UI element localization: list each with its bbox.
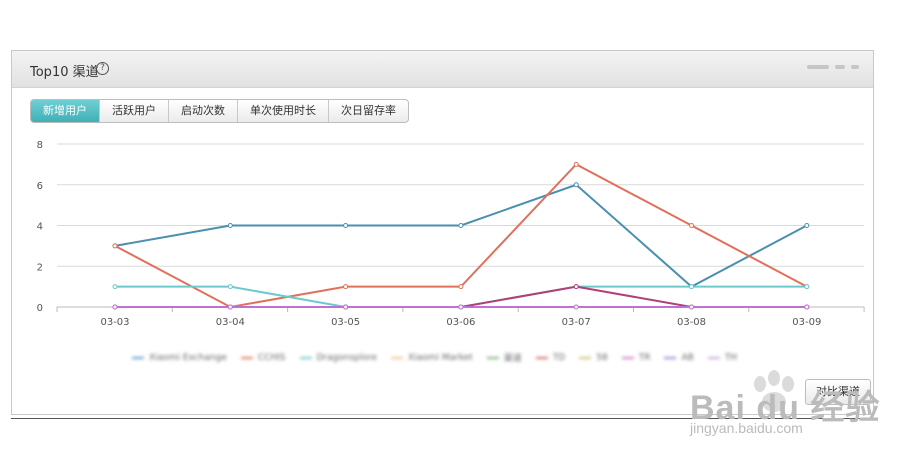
series-line <box>115 285 807 308</box>
legend-swatch <box>391 356 404 359</box>
legend-swatch <box>535 356 548 359</box>
x-tick-label: 03-08 <box>677 317 706 328</box>
x-tick-label: 03-03 <box>100 317 129 328</box>
y-tick-label: 8 <box>37 140 43 151</box>
data-point <box>804 223 810 228</box>
data-point <box>804 284 810 290</box>
legend-item[interactable]: TR <box>621 351 651 364</box>
data-point <box>573 182 579 188</box>
series-line <box>115 285 807 308</box>
legend-label: 渠道 <box>503 354 522 364</box>
legend-item[interactable]: Dragonsplore <box>299 351 378 364</box>
legend-label: Xiaomi Market <box>408 352 473 363</box>
legend-label: CCHIS <box>257 352 286 363</box>
data-point <box>343 284 349 290</box>
data-point <box>689 284 694 290</box>
data-point <box>458 304 464 310</box>
x-tick-label: 03-05 <box>331 317 360 328</box>
legend-item[interactable]: 渠道 <box>486 351 522 364</box>
y-tick-label: 2 <box>37 262 43 273</box>
top10-channel-panel: Top10 渠道 ? 新增用户 活跃用户 启动次数 单次使用时长 次日留存率 0… <box>11 50 874 415</box>
legend-label: AB <box>681 352 694 363</box>
data-point <box>458 284 464 290</box>
legend-swatch <box>132 356 144 359</box>
legend-swatch <box>579 356 592 359</box>
legend-item[interactable]: Xiaomi Market <box>391 351 473 364</box>
legend-item[interactable]: TD <box>535 351 566 364</box>
line-chart: 0 2 4 6 8 03-03 03-04 03-05 03-06 03-07 03-08 03-09 <box>37 140 865 328</box>
data-point <box>458 223 464 228</box>
x-tick-label: 03-06 <box>446 317 475 328</box>
legend-label: TR <box>638 352 651 363</box>
legend-label: TD <box>552 352 566 363</box>
y-tick-label: 0 <box>37 303 43 314</box>
series-line <box>114 183 808 288</box>
data-point <box>227 284 233 290</box>
data-point <box>343 304 349 310</box>
legend-item[interactable]: 58 <box>579 351 608 364</box>
data-point <box>227 223 233 228</box>
legend-label: Dragonsplore <box>316 352 378 363</box>
data-point <box>112 243 118 249</box>
data-point <box>689 223 694 228</box>
data-point <box>343 223 349 228</box>
data-point <box>804 304 810 310</box>
chart-legend: Xiaomi Exchange CCHIS Dragonsplore Xiaomi M… <box>132 351 737 364</box>
legend-item[interactable]: CCHIS <box>240 351 286 364</box>
y-tick-label: 6 <box>37 181 43 192</box>
legend-swatch <box>664 356 677 359</box>
legend-label: Xiaomi Exchange <box>149 352 227 363</box>
y-tick-label: 4 <box>37 222 43 233</box>
watermark-url: jingyan.baidu.com <box>690 420 803 436</box>
legend-label: 58 <box>596 352 608 363</box>
data-point <box>112 304 118 310</box>
x-tick-label: 03-04 <box>216 317 245 328</box>
data-point <box>573 284 579 290</box>
data-point <box>573 304 579 310</box>
x-tick-label: 03-09 <box>792 317 821 328</box>
legend-swatch <box>486 356 499 359</box>
data-point <box>573 161 579 167</box>
data-point <box>689 304 694 310</box>
x-tick-label: 03-07 <box>562 317 591 328</box>
legend-label: TH <box>724 352 738 363</box>
legend-swatch <box>299 356 312 359</box>
data-point <box>112 284 118 290</box>
legend-swatch <box>240 356 253 359</box>
data-point <box>227 304 233 310</box>
legend-item[interactable]: Xiaomi Exchange <box>132 351 227 364</box>
legend-swatch <box>707 356 720 359</box>
legend-swatch <box>621 356 634 359</box>
